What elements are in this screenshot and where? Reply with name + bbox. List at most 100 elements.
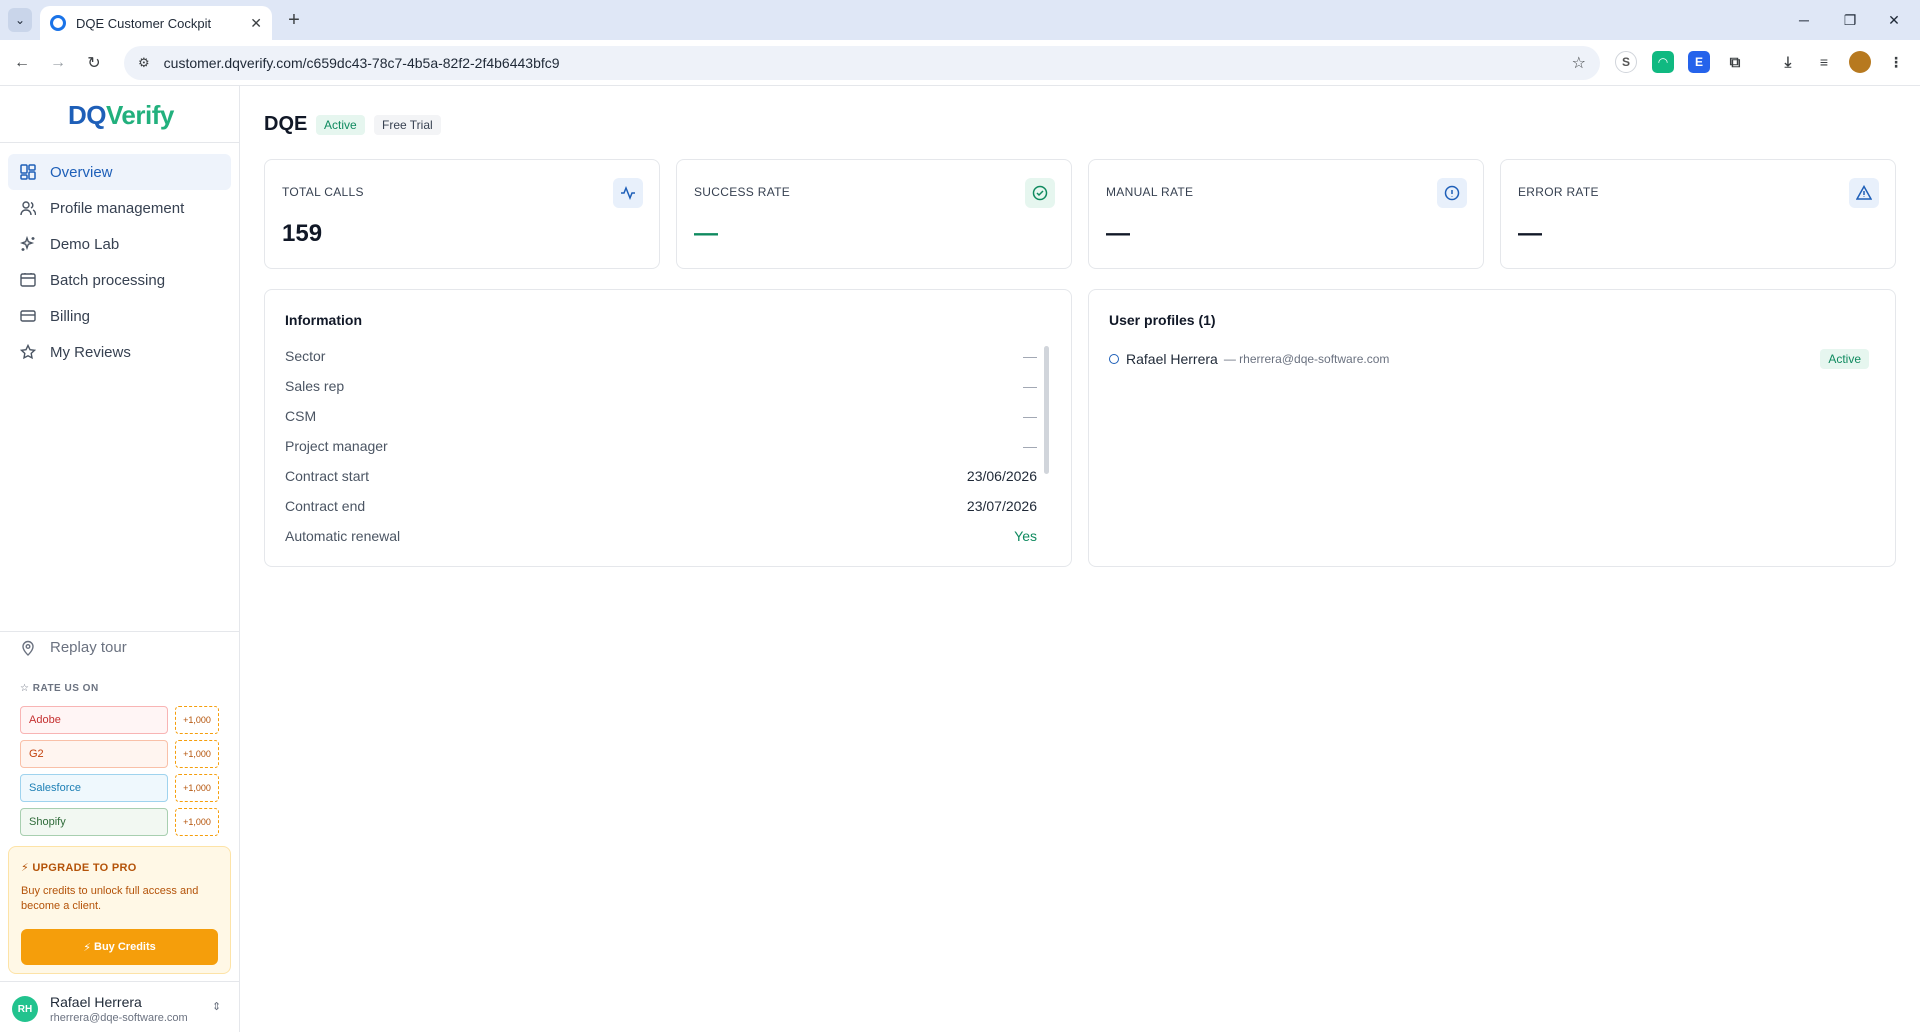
list-item[interactable]: Rafael Herrera — rherrera@dqe-software.c… [1109,348,1869,370]
replay-tour-button[interactable]: Replay tour [20,639,127,656]
stat-value: — [1106,220,1130,247]
sidebar-item-overview[interactable]: Overview [8,154,231,190]
sidebar-item-demo-lab[interactable]: Demo Lab [8,226,231,262]
plan-badge: Free Trial [374,115,441,135]
activity-icon [613,178,643,208]
close-tab-icon[interactable]: ✕ [250,15,262,32]
extension-green-icon[interactable]: ◠ [1652,51,1674,73]
minimize-icon[interactable]: ─ [1792,8,1816,32]
sidebar-item-label: Overview [50,163,113,181]
info-label: CSM [285,408,317,424]
rate-salesforce-button[interactable]: Salesforce [20,774,168,802]
rate-adobe-button[interactable]: Adobe [20,706,168,734]
user-profiles-card: User profiles (1) Rafael Herrera — rherr… [1088,289,1896,567]
info-row-contract-start: Contract start 23/06/2026 [285,465,1037,487]
profile-avatar-icon[interactable] [1849,51,1871,73]
sidebar-item-profile-management[interactable]: Profile management [8,190,231,226]
sidebar-item-label: Profile management [50,199,185,217]
rate-shopify-button[interactable]: Shopify [20,808,168,836]
logo-rest: erify [121,100,174,130]
info-row-contract-end: Contract end 23/07/2026 [285,495,1037,517]
reload-icon[interactable]: ↻ [82,51,106,75]
close-window-icon[interactable]: ✕ [1882,8,1906,32]
page-title: DQE [264,113,308,135]
dqverify-logo[interactable]: DQVerify [68,100,174,131]
extension-s-icon[interactable]: S [1615,51,1637,73]
tab-list-chevron-icon[interactable]: ⌄ [8,8,32,32]
stat-card-total-calls: TOTAL CALLS 159 [264,159,660,269]
profile-ring-icon [1109,354,1119,364]
info-label: Automatic renewal [285,528,401,544]
rate-bonus-badge: +1,000 [175,706,219,734]
sidebar-item-label: Billing [50,307,91,325]
users-icon [20,200,36,216]
extensions-puzzle-icon[interactable]: ⧉ [1724,51,1746,73]
rate-bonus-badge: +1,000 [175,740,219,768]
forward-icon[interactable]: → [46,51,70,75]
info-value: 23/06/2026 [966,468,1037,484]
sidebar-item-label: My Reviews [50,343,131,361]
sidebar-item-batch-processing[interactable]: Batch processing [8,262,231,298]
rate-row-g2: G2 +1,000 [20,740,220,768]
upgrade-title-text: UPGRADE TO PRO [32,862,137,874]
download-icon[interactable]: ⤓ [1777,51,1799,73]
bookmark-star-icon[interactable]: ☆ [1572,53,1586,73]
rate-g2-button[interactable]: G2 [20,740,168,768]
stat-card-manual-rate: MANUAL RATE — [1088,159,1484,269]
logo-dq: DQ [68,100,107,130]
stat-label: TOTAL CALLS [282,185,364,199]
info-row-project-manager: Project manager — [285,435,1037,457]
browser-menu-icon[interactable]: ⋮ [1885,51,1907,73]
user-email: rherrera@dqe-software.com [50,1012,188,1024]
url-text[interactable]: customer.dqverify.com/c659dc43-78c7-4b5a… [164,55,1572,71]
back-icon[interactable]: ← [10,51,34,75]
chevron-up-down-icon[interactable]: ⇕ [212,1000,221,1013]
stat-label: MANUAL RATE [1106,185,1194,199]
stat-card-error-rate: ERROR RATE — [1500,159,1896,269]
info-row-automatic-renewal: Automatic renewal Yes [285,525,1037,547]
status-badge: Active [1820,349,1869,369]
upgrade-card: ⚡ UPGRADE TO PRO Buy credits to unlock f… [8,846,231,974]
status-badge: Active [316,115,365,135]
user-name: Rafael Herrera [50,994,142,1010]
scrollbar[interactable] [1044,346,1049,474]
site-info-icon[interactable]: ⚙ [138,55,150,71]
avatar: RH [12,996,38,1022]
sidebar-item-my-reviews[interactable]: My Reviews [8,334,231,370]
profile-email: — rherrera@dqe-software.com [1223,352,1390,366]
profile-name: Rafael Herrera [1126,351,1218,367]
media-controls-icon[interactable]: ≡ [1813,51,1835,73]
browser-tab-bar: ⌄ DQE Customer Cockpit ✕ + ─ ❐ ✕ [0,0,1920,40]
user-menu[interactable]: RH Rafael Herrera rherrera@dqe-software.… [0,981,239,1032]
rate-us-heading: ☆ RATE US ON [20,683,99,694]
logo-v: V [106,100,122,130]
browser-tab[interactable]: DQE Customer Cockpit ✕ [40,6,272,40]
buy-credits-label: Buy Credits [94,941,156,953]
calendar-icon [20,272,36,288]
info-label: Contract start [285,468,370,484]
new-tab-icon[interactable]: + [282,8,306,32]
address-bar[interactable]: ⚙ customer.dqverify.com/c659dc43-78c7-4b… [124,46,1600,80]
sidebar-item-billing[interactable]: Billing [8,298,231,334]
info-value: Yes [1014,528,1037,544]
extension-blue-icon[interactable]: E [1688,51,1710,73]
info-value: — [1023,378,1037,394]
info-value: — [1023,348,1037,364]
restore-icon[interactable]: ❐ [1838,8,1862,32]
warning-icon [1849,178,1879,208]
info-label: Project manager [285,438,388,454]
info-value: 23/07/2026 [966,498,1037,514]
map-pin-icon [20,640,36,656]
info-value: — [1023,438,1037,454]
info-label: Contract end [285,498,366,514]
sidebar-nav: Overview Profile management Demo Lab Bat… [8,154,231,370]
stat-card-success-rate: SUCCESS RATE — [676,159,1072,269]
rate-bonus-badge: +1,000 [175,808,219,836]
rate-row-salesforce: Salesforce +1,000 [20,774,220,802]
buy-credits-button[interactable]: ⚡ Buy Credits [21,929,218,965]
user-profiles-title: User profiles (1) [1109,312,1216,328]
upgrade-text: Buy credits to unlock full access and be… [21,885,199,912]
lightning-icon: ⚡ [83,941,95,954]
rate-row-adobe: Adobe +1,000 [20,706,220,734]
info-row-sector: Sector — [285,345,1037,367]
